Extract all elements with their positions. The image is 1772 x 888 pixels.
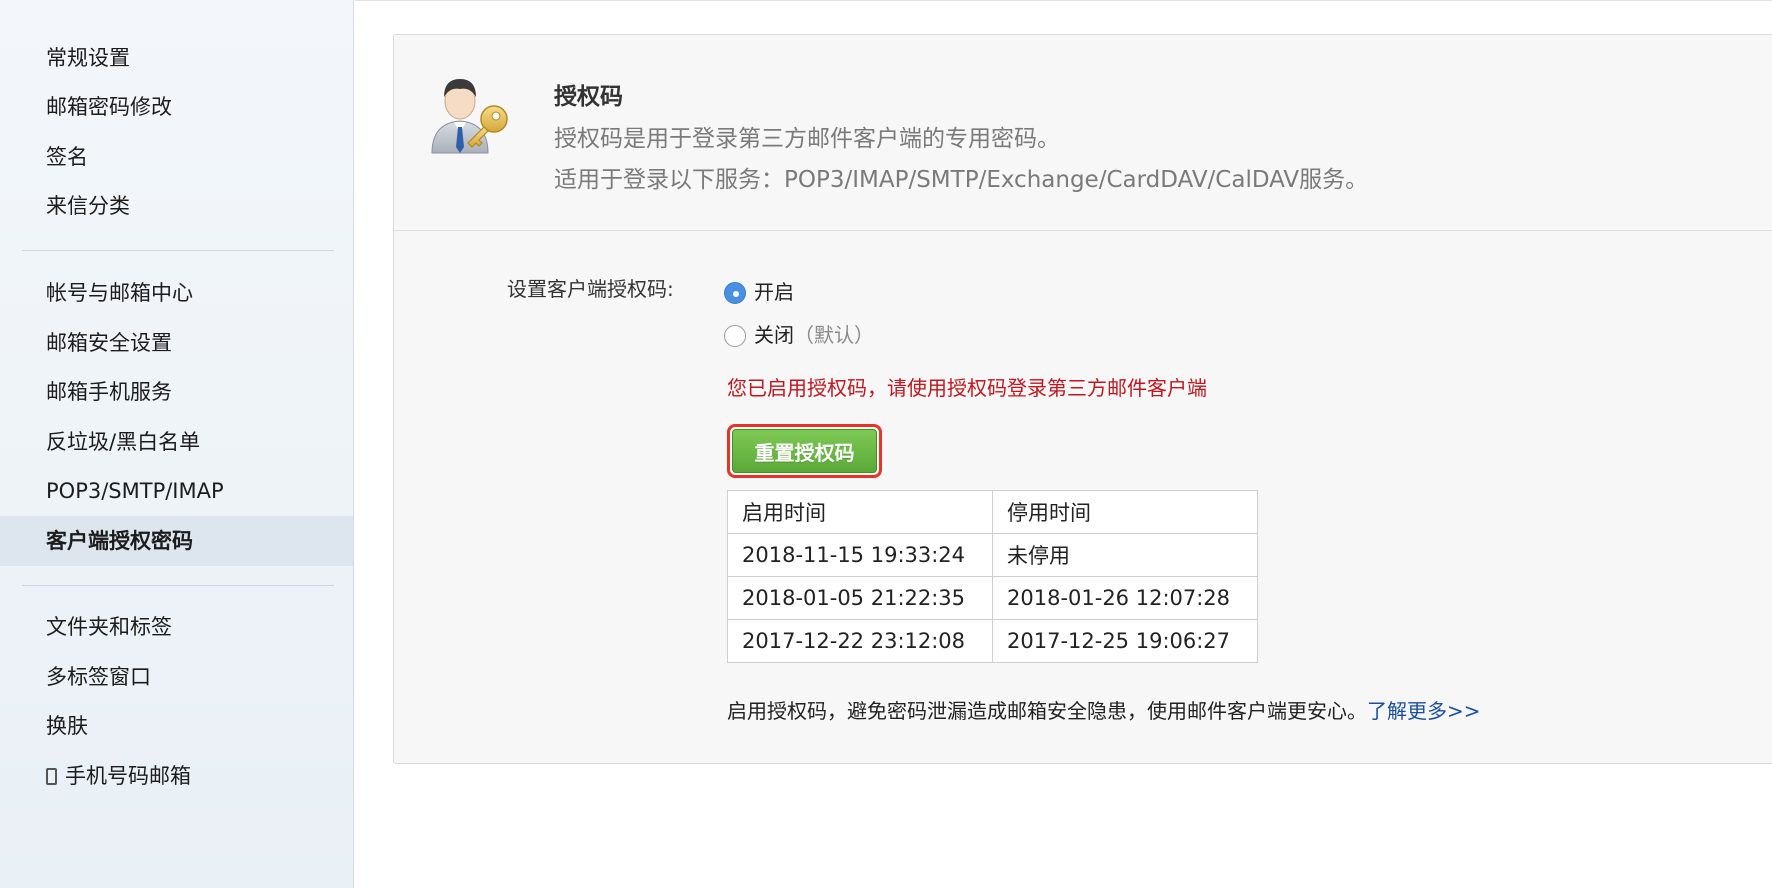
table-header-row: 启用时间 停用时间 bbox=[727, 490, 1258, 534]
enabled-notice: 您已启用授权码，请使用授权码登录第三方邮件客户端 bbox=[727, 376, 1207, 400]
cell-enabled-time: 2018-11-15 19:33:24 bbox=[727, 533, 993, 577]
setting-label: 设置客户端授权码: bbox=[507, 277, 674, 301]
sidebar-item-folders-labels[interactable]: 文件夹和标签 bbox=[0, 602, 353, 652]
sidebar-item-phone-mailbox[interactable]: 手机号码邮箱 bbox=[0, 751, 353, 801]
sidebar-divider bbox=[22, 585, 334, 586]
reset-button-highlight: 重置授权码 bbox=[727, 424, 882, 478]
sidebar-item-multi-tab[interactable]: 多标签窗口 bbox=[0, 652, 353, 702]
radio-label-on: 开启 bbox=[754, 280, 794, 304]
sidebar-item-label: 手机号码邮箱 bbox=[65, 764, 191, 788]
reset-auth-code-button[interactable]: 重置授权码 bbox=[732, 429, 877, 473]
sidebar-item-security[interactable]: 邮箱安全设置 bbox=[0, 318, 353, 368]
sidebar-item-mail-filter[interactable]: 来信分类 bbox=[0, 181, 353, 231]
sidebar-item-mobile-service[interactable]: 邮箱手机服务 bbox=[0, 367, 353, 417]
cell-disabled-time: 未停用 bbox=[992, 533, 1258, 577]
sidebar-item-antispam[interactable]: 反垃圾/黑白名单 bbox=[0, 417, 353, 467]
footer-text: 启用授权码，避免密码泄漏造成邮箱安全隐患，使用邮件客户端更安心。 bbox=[727, 699, 1367, 723]
auth-history-table: 启用时间 停用时间 2018-11-15 19:33:24 未停用 2018-0… bbox=[727, 490, 1258, 663]
header-services: 适用于登录以下服务：POP3/IMAP/SMTP/Exchange/CardDA… bbox=[554, 167, 1369, 193]
top-border bbox=[355, 0, 1772, 1]
radio-selected-icon[interactable] bbox=[724, 282, 746, 304]
table-row: 2018-11-15 19:33:24 未停用 bbox=[727, 533, 1258, 577]
sidebar-item-password[interactable]: 邮箱密码修改 bbox=[0, 82, 353, 132]
footer-note: 启用授权码，避免密码泄漏造成邮箱安全隐患，使用邮件客户端更安心。了解更多>> bbox=[727, 695, 1481, 724]
radio-option-off[interactable]: 关闭（默认） bbox=[724, 319, 874, 348]
learn-more-link[interactable]: 了解更多>> bbox=[1367, 699, 1481, 723]
radio-unselected-icon[interactable] bbox=[724, 325, 746, 347]
settings-sidebar: 常规设置 邮箱密码修改 签名 来信分类 帐号与邮箱中心 邮箱安全设置 邮箱手机服… bbox=[0, 0, 354, 888]
sidebar-item-skin[interactable]: 换肤 bbox=[0, 701, 353, 751]
sidebar-divider bbox=[22, 250, 334, 251]
user-key-icon bbox=[431, 79, 508, 154]
sidebar-item-signature[interactable]: 签名 bbox=[0, 132, 353, 182]
table-row: 2017-12-22 23:12:08 2017-12-25 19:06:27 bbox=[727, 619, 1258, 663]
auth-code-panel: 授权码 授权码是用于登录第三方邮件客户端的专用密码。 适用于登录以下服务：POP… bbox=[393, 34, 1772, 764]
cell-disabled-time: 2017-12-25 19:06:27 bbox=[992, 619, 1258, 663]
sidebar-item-client-auth-password[interactable]: 客户端授权密码 bbox=[0, 516, 353, 566]
radio-label-off: 关闭 bbox=[754, 323, 794, 347]
sidebar-item-account-center[interactable]: 帐号与邮箱中心 bbox=[0, 268, 353, 318]
header-description: 授权码是用于登录第三方邮件客户端的专用密码。 bbox=[554, 126, 1060, 152]
phone-icon bbox=[46, 768, 57, 785]
page-title: 授权码 bbox=[554, 84, 623, 110]
sidebar-item-general[interactable]: 常规设置 bbox=[0, 33, 353, 83]
radio-default-note: （默认） bbox=[794, 323, 874, 347]
column-header-disabled: 停用时间 bbox=[992, 490, 1258, 534]
cell-enabled-time: 2018-01-05 21:22:35 bbox=[727, 576, 993, 620]
panel-header: 授权码 授权码是用于登录第三方邮件客户端的专用密码。 适用于登录以下服务：POP… bbox=[394, 35, 1772, 231]
radio-option-on[interactable]: 开启 bbox=[724, 276, 794, 305]
table-row: 2018-01-05 21:22:35 2018-01-26 12:07:28 bbox=[727, 576, 1258, 620]
sidebar-item-pop3-smtp-imap[interactable]: POP3/SMTP/IMAP bbox=[0, 466, 353, 516]
column-header-enabled: 启用时间 bbox=[727, 490, 993, 534]
cell-disabled-time: 2018-01-26 12:07:28 bbox=[992, 576, 1258, 620]
cell-enabled-time: 2017-12-22 23:12:08 bbox=[727, 619, 993, 663]
